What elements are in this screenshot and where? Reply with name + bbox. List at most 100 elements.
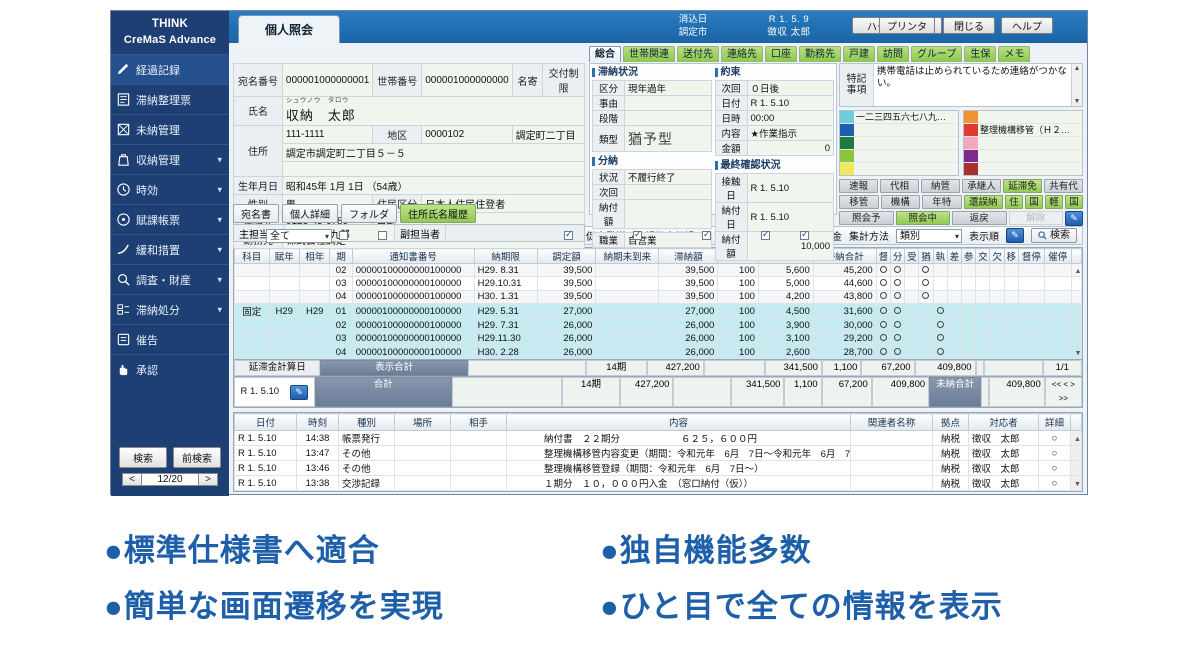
grid-scrollbar-cell[interactable]: ▼ xyxy=(1071,345,1082,358)
list-item[interactable]: R 1. 5.1013:46その他整理機構移管登録（期間：令和元年 6月 7日～… xyxy=(235,461,1082,476)
flag-r1-0[interactable]: 速報 xyxy=(839,179,878,193)
tab-4[interactable]: 口座 xyxy=(765,46,797,62)
setai-value[interactable]: 000001000000000 xyxy=(422,64,512,97)
sidebar-item-10[interactable]: 承認 xyxy=(111,354,229,384)
sidebar-item-7[interactable]: 調査・財産▾ xyxy=(111,264,229,294)
grid-header-12[interactable]: 督 xyxy=(876,249,890,264)
flag-r3-0[interactable]: 照会予 xyxy=(839,211,894,225)
table-row[interactable]: 0200000100000000100000H29. 7.3126,00026,… xyxy=(235,319,1082,332)
chiku-code[interactable]: 0000102 xyxy=(422,125,512,143)
record-header-2[interactable]: 種別 xyxy=(339,414,395,431)
page-nav[interactable]: << < > >> xyxy=(1045,377,1082,407)
page-next-button[interactable]: > xyxy=(198,473,218,486)
flag-r3-2[interactable]: 返戻 xyxy=(952,211,1007,225)
grid-header-22[interactable]: 督停 xyxy=(1018,249,1044,264)
tokusoku-mihasso-checkbox[interactable] xyxy=(564,231,573,240)
tab-2[interactable]: 送付先 xyxy=(677,46,719,62)
help-button[interactable]: ヘルプ xyxy=(1001,17,1053,34)
flag-r1-1[interactable]: 代相 xyxy=(880,179,919,193)
grid-header-23[interactable]: 催停 xyxy=(1045,249,1071,264)
flag-r2-6[interactable]: 軽 xyxy=(1045,195,1063,209)
table-row[interactable]: 0400000100000000100000H30. 1.3139,50039,… xyxy=(235,290,1082,303)
grid-scrollbar-cell[interactable] xyxy=(1071,304,1082,319)
grid-header-8[interactable]: 滞納額 xyxy=(659,249,718,264)
shikkou-checkbox[interactable] xyxy=(378,231,387,240)
record-header-1[interactable]: 時刻 xyxy=(297,414,339,431)
scroll-down-icon[interactable]: ▼ xyxy=(1074,97,1081,106)
color-left-row-4[interactable] xyxy=(840,163,958,175)
tab-kojin-shokai[interactable]: 個人照会 xyxy=(238,15,340,43)
flag-r2-0[interactable]: 移管 xyxy=(839,195,879,209)
color-right-row-2[interactable] xyxy=(964,137,1082,150)
record-header-9[interactable]: 詳細 xyxy=(1039,414,1071,431)
scroll-down-icon[interactable]: ▼ xyxy=(1075,350,1082,357)
grid-header-0[interactable]: 科目 xyxy=(235,249,270,264)
postal-code[interactable]: 111-1111 xyxy=(282,125,372,143)
prev-search-button[interactable]: 前検索 xyxy=(173,447,221,468)
record-header-0[interactable]: 日付 xyxy=(235,414,297,431)
tab-9[interactable]: 生保 xyxy=(964,46,996,62)
grid-scrollbar-cell[interactable] xyxy=(1071,290,1082,303)
scroll-up-icon[interactable]: ▲ xyxy=(1074,436,1081,443)
color-right-row-4[interactable] xyxy=(964,163,1082,175)
record-header-7[interactable]: 拠点 xyxy=(933,414,969,431)
tab-0[interactable]: 総合 xyxy=(589,46,621,62)
flag-r2-4[interactable]: 住 xyxy=(1005,195,1023,209)
address-line-1[interactable]: 調定市調定町二丁目５－５ xyxy=(282,143,584,161)
sidebar-item-3[interactable]: 収納管理▾ xyxy=(111,144,229,174)
flag-edit-icon[interactable]: ✎ xyxy=(1065,211,1083,226)
record-scrollbar-cell[interactable] xyxy=(1071,446,1082,461)
grid-header-17[interactable]: 差 xyxy=(947,249,961,264)
record-header-5[interactable]: 内容 xyxy=(507,414,851,431)
tab-1[interactable]: 世帯関連 xyxy=(623,46,675,62)
grid-scrollbar-cell[interactable] xyxy=(1071,277,1082,290)
printer-button[interactable]: プリンタ xyxy=(879,17,935,34)
sidebar-item-9[interactable]: 催告 xyxy=(111,324,229,354)
tab-6[interactable]: 戸建 xyxy=(843,46,875,62)
sidebar-item-6[interactable]: 緩和措置▾ xyxy=(111,234,229,264)
grid-header-13[interactable]: 分 xyxy=(890,249,904,264)
sidebar-item-8[interactable]: 滞納処分▾ xyxy=(111,294,229,324)
chevron-down-icon[interactable]: ▾ xyxy=(217,214,222,225)
grid-header-16[interactable]: 執 xyxy=(933,249,947,264)
grid-header-21[interactable]: 移 xyxy=(1004,249,1018,264)
entaikin-checkbox[interactable] xyxy=(800,231,809,240)
scroll-up-icon[interactable]: ▲ xyxy=(1075,268,1082,275)
entai-calc-edit-icon[interactable]: ✎ xyxy=(290,385,308,400)
tokusoku-checkbox[interactable] xyxy=(761,231,770,240)
chevron-down-icon[interactable]: ▾ xyxy=(217,184,222,195)
grid-header-2[interactable]: 相年 xyxy=(299,249,329,264)
grid-header-4[interactable]: 通知書番号 xyxy=(352,249,474,264)
nayose-button[interactable]: 名寄 xyxy=(512,64,543,97)
flag-r2-3[interactable]: 還誤納 xyxy=(964,195,1004,209)
list-item[interactable]: R 1. 5.1013:47その他整理機構移管内容変更（期間：令和元年 6月 7… xyxy=(235,446,1082,461)
name-cell[interactable]: シュウノウ タロウ 収納 太郎 xyxy=(282,97,584,126)
record-scrollbar-cell[interactable]: ▼ xyxy=(1071,476,1082,491)
record-header-4[interactable]: 相手 xyxy=(451,414,507,431)
color-left-row-0[interactable]: 一二三四五六七八九… xyxy=(840,111,958,124)
close-button[interactable]: 閉じる xyxy=(943,17,995,34)
grid-header-20[interactable]: 欠 xyxy=(990,249,1004,264)
chevron-down-icon[interactable]: ▾ xyxy=(217,274,222,285)
flag-r1-2[interactable]: 納管 xyxy=(921,179,960,193)
flag-r2-1[interactable]: 機構 xyxy=(881,195,921,209)
grid-header-5[interactable]: 納期限 xyxy=(474,249,537,264)
color-right-row-0[interactable] xyxy=(964,111,1082,124)
color-right-row-1[interactable]: 整理機構移管（Ｈ２… xyxy=(964,124,1082,137)
sidebar-item-4[interactable]: 時効▾ xyxy=(111,174,229,204)
sidebar-item-2[interactable]: 未納管理 xyxy=(111,114,229,144)
color-left-row-2[interactable] xyxy=(840,137,958,150)
table-row[interactable]: 固定H29H290100000100000000100000H29. 5.312… xyxy=(235,304,1082,319)
search-button[interactable]: 検索 xyxy=(119,447,167,468)
scroll-down-icon[interactable]: ▼ xyxy=(1074,481,1081,488)
chevron-down-icon[interactable]: ▾ xyxy=(217,244,222,255)
tokuen-minou-checkbox[interactable] xyxy=(702,231,711,240)
table-row[interactable]: 0400000100000000100000H30. 2.2826,00026,… xyxy=(235,345,1082,358)
sidebar-item-5[interactable]: 賦課帳票▾ xyxy=(111,204,229,234)
kamoku-select[interactable]: 全て xyxy=(266,229,332,243)
grid-scrollbar-cell[interactable] xyxy=(1071,319,1082,332)
address-line-2[interactable] xyxy=(282,161,584,176)
chevron-down-icon[interactable]: ▾ xyxy=(217,304,222,315)
scroll-up-icon[interactable]: ▲ xyxy=(1074,64,1081,73)
tokki-text[interactable]: 携帯電話は止められているため連絡がつかない。 ▲ ▼ xyxy=(874,64,1082,106)
